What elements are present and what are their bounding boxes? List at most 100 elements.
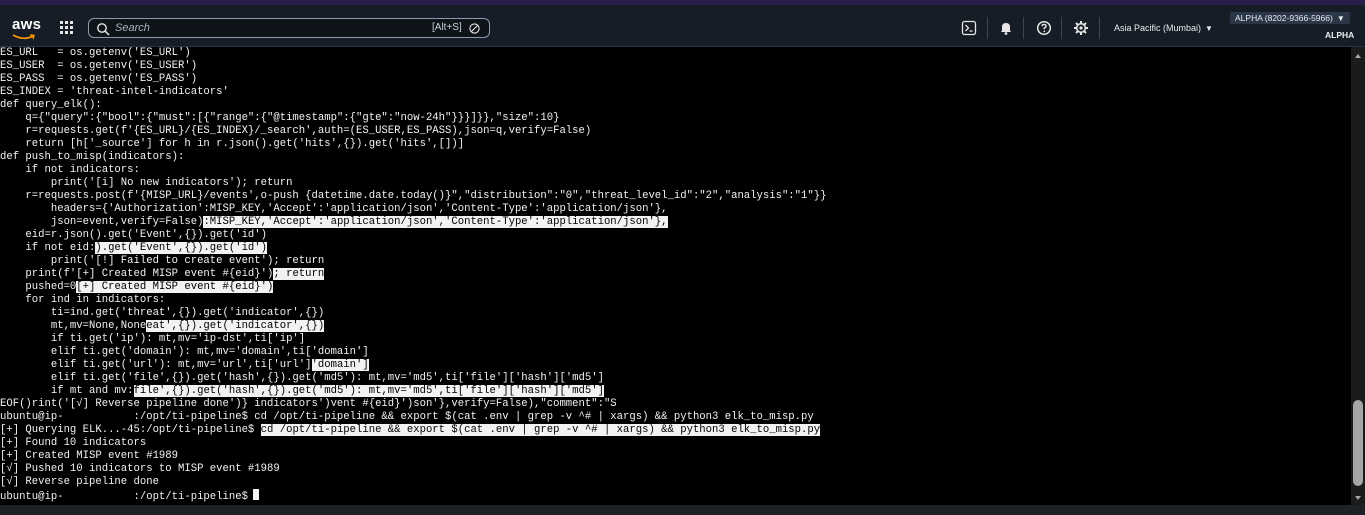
region-label: Asia Pacific (Mumbai) [1114,23,1202,33]
terminal-line: if mt and mv:file',{}).get('hash',{}).ge… [0,385,604,398]
terminal-selection: cd /opt/ti-pipeline && export $(cat .env… [260,424,821,436]
terminal-line-text: [+] Found 10 indicators [0,437,147,449]
terminal-selection: [+] Created MISP event #{eid}') [76,281,274,293]
terminal-line-text: elif ti.get('domain'): mt,mv='domain',ti… [0,346,369,358]
chevron-down-icon: ▼ [1205,24,1213,33]
terminal-line-text: ES_INDEX = 'threat-intel-indicators' [0,86,229,98]
terminal-line: elif ti.get('domain'): mt,mv='domain',ti… [0,346,369,359]
terminal-line-text: ES_URL = os.getenv('ES_URL') [0,47,191,59]
terminal-selection: 'domain'] [311,359,369,371]
terminal-line: ES_INDEX = 'threat-intel-indicators' [0,86,229,99]
aws-smile-icon [12,34,35,40]
terminal-line: mt,mv=None,Noneeat',{}).get('indicator',… [0,320,325,333]
terminal-line-text: def query_elk(): [0,99,102,111]
terminal-line: def push_to_misp(indicators): [0,151,184,164]
terminal-output[interactable]: ES_URL = os.getenv('ES_URL') ES_USER = os… [0,47,1351,505]
terminal-line: [+] Querying ELK...-45:/opt/ti-pipeline$… [0,424,821,437]
terminal-line: def query_elk(): [0,99,102,112]
terminal-line-text: ubuntu@ip- :/opt/ti-pipeline$ cd /opt/ti… [0,411,814,423]
scroll-down-icon[interactable] [1354,494,1362,502]
terminal-line-text: [√] Pushed 10 indicators to MISP event #… [0,463,280,475]
account-menu[interactable]: ALPHA (8202-9366-5966) ▼ [1230,12,1350,24]
terminal-line-text: ubuntu@ip- :/opt/ti-pipeline$ [0,491,248,503]
terminal-line-text: pushed=0 [0,281,77,293]
terminal-line: ES_PASS = os.getenv('ES_PASS') [0,73,197,86]
terminal-line: return [h['_source'] for h in r.json().g… [0,138,464,151]
aws-logo[interactable]: aws [12,16,41,40]
header-divider [1099,17,1100,39]
header-divider [1023,17,1024,39]
terminal-line: [√] Pushed 10 indicators to MISP event #… [0,463,280,476]
terminal-selection: :MISP_KEY,'Accept':'application/json','C… [203,216,668,228]
terminal-line: ES_URL = os.getenv('ES_URL') [0,47,191,60]
terminal-line: r=requests.get(f'{ES_URL}/{ES_INDEX}/_se… [0,125,591,138]
terminal-line-text: headers={'Authorization':MISP_KEY,'Accep… [0,203,668,215]
bottom-status-bar [0,505,1365,515]
terminal-line: for ind in indicators: [0,294,165,307]
terminal-selection: ; return [273,268,325,280]
terminal-line-text: [+] Created MISP event #1989 [0,450,179,462]
terminal-line: ES_USER = os.getenv('ES_USER') [0,60,197,73]
scrollbar-thumb[interactable] [1353,400,1363,486]
search-input[interactable] [115,20,415,36]
header-divider [1061,17,1062,39]
terminal-line-text: print('[!] Failed to create event'); ret… [0,255,325,267]
terminal-line: q={"query":{"bool":{"must":[{"range":{"@… [0,112,559,125]
account-label: ALPHA (8202-9366-5966) [1235,13,1333,23]
cloudshell-icon[interactable] [961,20,977,36]
terminal-line-text: eid=r.json().get('Event',{}).get('id') [0,229,268,241]
terminal-line-text: elif ti.get('url'): mt,mv='url',ti['url'… [0,359,312,371]
search-shortcut-hint: [Alt+S] [432,22,462,33]
terminal-selection: ).get('Event',{}).get('id') [95,242,268,254]
terminal-line: ubuntu@ip- :/opt/ti-pipeline$ [0,489,259,503]
services-grid-icon[interactable] [60,21,74,35]
gear-icon[interactable] [1073,20,1089,36]
region-selector[interactable]: Asia Pacific (Mumbai) ▼ [1114,23,1213,33]
terminal-line: r=requests.post(f'{MISP_URL}/events',o-p… [0,190,826,203]
clear-search-icon[interactable] [469,23,480,34]
account-alias: ALPHA [1325,30,1355,40]
terminal-line-text: if mt and mv: [0,385,134,397]
terminal-line-text: [√] Reverse pipeline done [0,476,159,488]
terminal-cursor [252,489,259,500]
terminal-line: EOF()rint('[√] Reverse pipeline done')} … [0,398,617,411]
terminal-line: print(f'[+] Created MISP event #{eid}');… [0,268,325,281]
scroll-up-icon[interactable] [1354,52,1362,60]
header-divider [987,17,988,39]
terminal-line-text: for ind in indicators: [0,294,166,306]
terminal-line-text: if not eid: [0,242,96,254]
terminal-line-text: EOF()rint('[√] Reverse pipeline done')} … [0,398,617,410]
aws-console-header: aws [Alt+S] [0,5,1365,47]
search-box[interactable]: [Alt+S] [88,18,490,38]
terminal-line: if not eid:).get('Event',{}).get('id') [0,242,268,255]
terminal-line-text: if ti.get('ip'): mt,mv='ip-dst',ti['ip'] [0,333,306,345]
terminal-selection: eat',{}).get('indicator',{}) [146,320,325,332]
search-icon [97,23,110,36]
terminal-line: headers={'Authorization':MISP_KEY,'Accep… [0,203,668,216]
terminal-line: elif ti.get('url'): mt,mv='url',ti['url'… [0,359,369,372]
terminal-line-text: ES_USER = os.getenv('ES_USER') [0,60,198,72]
terminal-line-text: [+] Querying ELK...-45:/opt/ti-pipeline$ [0,424,261,436]
help-icon[interactable] [1036,20,1052,36]
terminal-line: [√] Reverse pipeline done [0,476,159,489]
terminal-line-text: elif ti.get('file',{}).get('hash',{}).ge… [0,372,604,384]
terminal-line: print('[!] Failed to create event'); ret… [0,255,324,268]
terminal-line-text: if not indicators: [0,164,140,176]
terminal-line: if ti.get('ip'): mt,mv='ip-dst',ti['ip'] [0,333,305,346]
bell-icon[interactable] [998,20,1014,36]
chevron-down-icon: ▼ [1336,14,1345,23]
terminal-line-text: q={"query":{"bool":{"must":[{"range":{"@… [0,112,560,124]
terminal-line-text: r=requests.get(f'{ES_URL}/{ES_INDEX}/_se… [0,125,592,137]
terminal-line: ti=ind.get('threat',{}).get('indicator',… [0,307,324,320]
terminal-line-text: json=event,verify=False) [0,216,204,228]
terminal-line: eid=r.json().get('Event',{}).get('id') [0,229,267,242]
terminal-line-text: mt,mv=None,None [0,320,147,332]
terminal-selection: file',{}).get('hash',{}).get('md5'): mt,… [133,385,604,397]
terminal-line: [+] Found 10 indicators [0,437,146,450]
terminal-line: if not indicators: [0,164,140,177]
terminal-line-text: r=requests.post(f'{MISP_URL}/events',o-p… [0,190,827,202]
terminal-line-text: ES_PASS = os.getenv('ES_PASS') [0,73,198,85]
terminal-line-text: ti=ind.get('threat',{}).get('indicator',… [0,307,325,319]
terminal-line-text: print(f'[+] Created MISP event #{eid}') [0,268,274,280]
terminal-line: pushed=0[+] Created MISP event #{eid}') [0,281,274,294]
